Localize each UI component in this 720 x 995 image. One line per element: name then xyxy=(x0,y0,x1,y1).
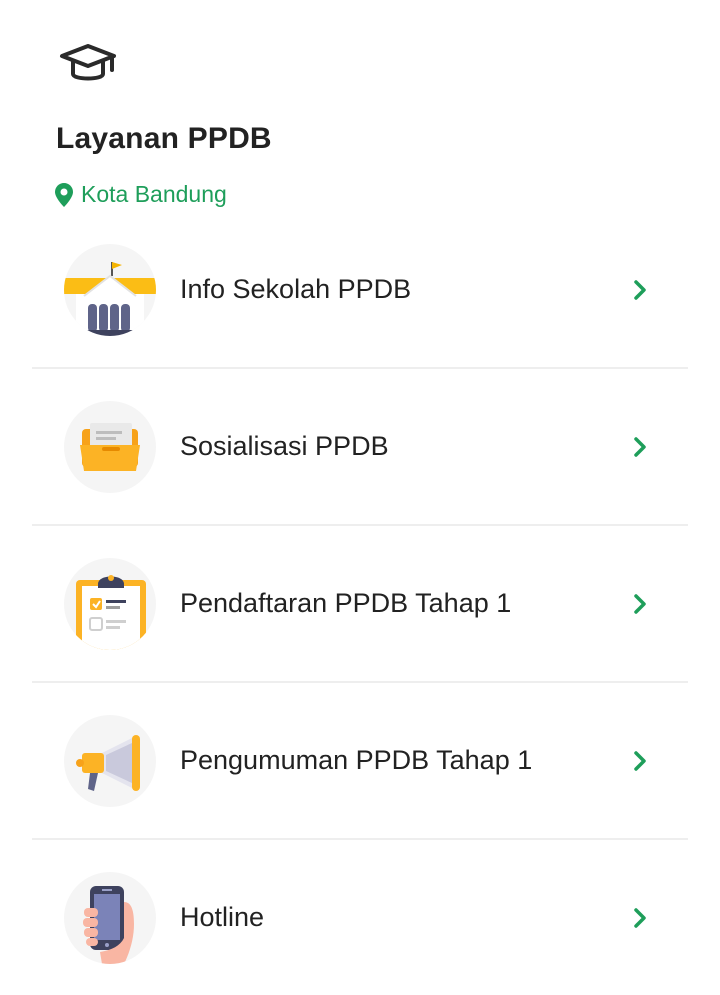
menu-item-label: Hotline xyxy=(180,902,265,932)
chevron-right-icon xyxy=(634,279,646,300)
megaphone-icon xyxy=(64,714,156,807)
chevron-right-icon xyxy=(634,593,646,614)
clipboard-checklist-icon xyxy=(64,557,156,650)
location-label: Kota Bandung xyxy=(81,181,227,207)
hand-phone-icon xyxy=(64,871,156,964)
menu-item-hotline[interactable]: Hotline xyxy=(32,840,688,995)
menu-item-pengumuman[interactable]: Pengumuman PPDB Tahap 1 xyxy=(32,683,688,840)
chevron-right-icon xyxy=(634,907,646,928)
graduation-cap-icon xyxy=(60,44,116,81)
location[interactable]: Kota Bandung xyxy=(55,181,227,208)
folder-icon xyxy=(64,400,156,493)
school-building-icon xyxy=(64,243,156,336)
menu-list: Info Sekolah PPDB Sosialisasi PPDB Penda… xyxy=(32,212,688,995)
chevron-right-icon xyxy=(634,750,646,771)
menu-item-sosialisasi[interactable]: Sosialisasi PPDB xyxy=(32,369,688,526)
menu-item-pendaftaran[interactable]: Pendaftaran PPDB Tahap 1 xyxy=(32,526,688,683)
location-pin-icon xyxy=(55,182,73,207)
menu-item-label: Info Sekolah PPDB xyxy=(180,274,412,304)
menu-item-label: Pengumuman PPDB Tahap 1 xyxy=(180,745,533,775)
page-title: Layanan PPDB xyxy=(56,122,272,155)
menu-item-label: Sosialisasi PPDB xyxy=(180,431,389,461)
menu-item-label: Pendaftaran PPDB Tahap 1 xyxy=(180,588,512,618)
chevron-right-icon xyxy=(634,436,646,457)
menu-item-info-sekolah[interactable]: Info Sekolah PPDB xyxy=(32,212,688,369)
